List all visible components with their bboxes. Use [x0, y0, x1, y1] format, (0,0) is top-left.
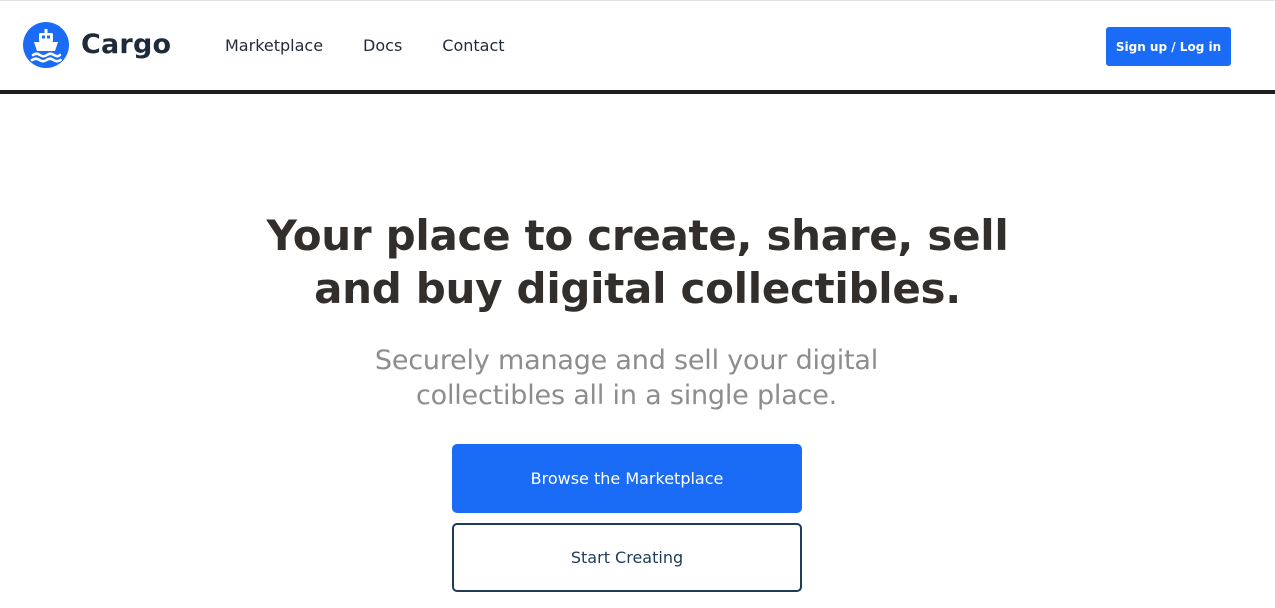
hero-title-line-2: and buy digital collectibles.: [314, 264, 961, 313]
nav-link-contact[interactable]: Contact: [442, 35, 504, 57]
browse-marketplace-button[interactable]: Browse the Marketplace: [452, 444, 802, 513]
hero-subtitle: Securely manage and sell your digital co…: [0, 343, 1253, 413]
logo-link[interactable]: Cargo: [22, 21, 171, 69]
hero-subtitle-line-1: Securely manage and sell your digital: [374, 345, 879, 376]
start-creating-button[interactable]: Start Creating: [452, 523, 802, 592]
hero-title-line-1: Your place to create, share, sell: [266, 211, 1009, 260]
nav-link-marketplace[interactable]: Marketplace: [225, 35, 323, 57]
brand-name: Cargo: [81, 29, 172, 60]
hero-subtitle-line-2: collectibles all in a single place.: [415, 380, 837, 411]
nav-link-docs[interactable]: Docs: [363, 35, 402, 57]
main-nav: Marketplace Docs Contact: [225, 35, 545, 57]
site-header: Cargo Marketplace Docs Contact Sign up /…: [0, 0, 1275, 94]
boat-icon: [23, 22, 69, 68]
signup-login-button[interactable]: Sign up / Log in: [1106, 27, 1231, 66]
hero-title: Your place to create, share, sell and bu…: [0, 209, 1275, 315]
